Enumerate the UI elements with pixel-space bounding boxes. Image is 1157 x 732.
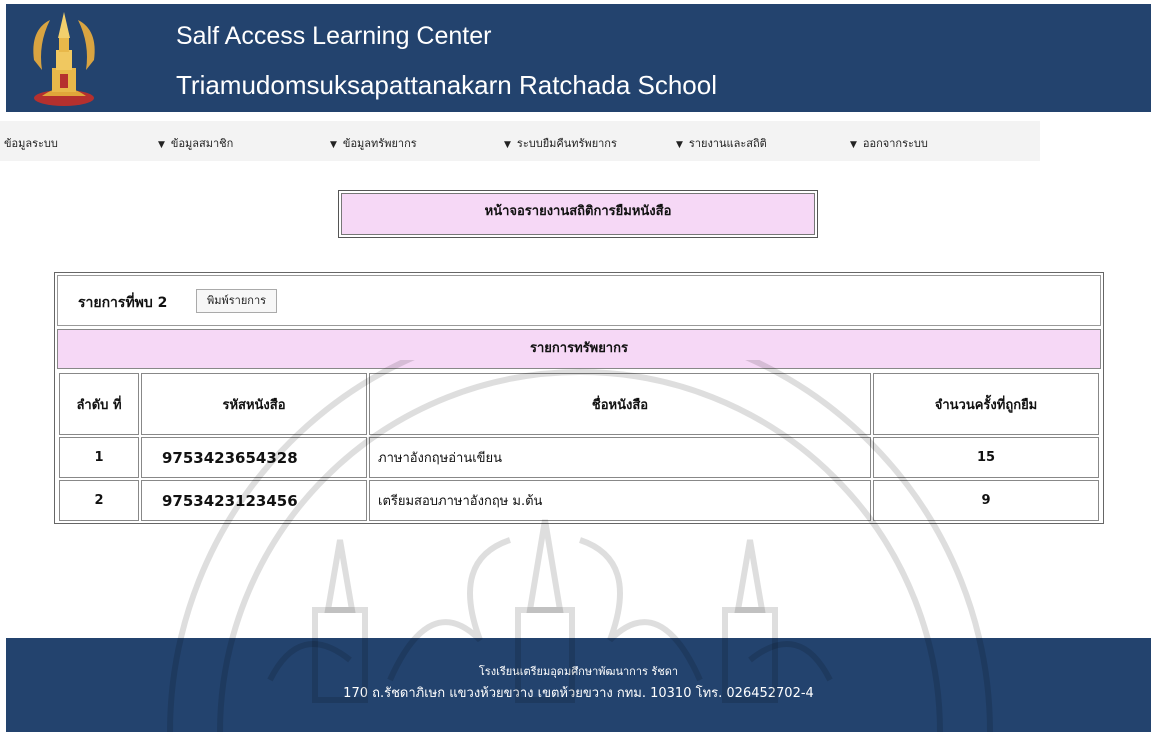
results-found-label: รายการที่พบ 2 — [78, 292, 167, 314]
site-header: Salf Access Learning Center Triamudomsuk… — [6, 4, 1151, 112]
cell-book-code: 9753423123456 — [141, 480, 367, 521]
main-nav: ข้อมูลระบบ ▼ ข้อมูลสมาชิก ▼ ข้อมูลทรัพยากร… — [0, 121, 1040, 161]
cell-borrow-count: 15 — [873, 437, 1099, 478]
col-header-book-code: รหัสหนังสือ — [141, 373, 367, 435]
page-title-box: หน้าจอรายงานสถิติการยืมหนังสือ — [338, 190, 818, 238]
report-panel: รายการที่พบ 2 พิมพ์รายการ รายการทรัพยากร… — [54, 272, 1104, 524]
found-text: รายการที่พบ — [78, 295, 153, 311]
cell-book-title: ภาษาอังกฤษอ่านเขียน — [369, 437, 871, 478]
nav-label: ข้อมูลระบบ — [4, 137, 58, 150]
cell-number: 1 — [59, 437, 139, 478]
table-row: 1 9753423654328 ภาษาอังกฤษอ่านเขียน 15 — [59, 437, 1099, 478]
table-header-row: ลำดับ ที่ รหัสหนังสือ ชื่อหนังสือ จำนวนค… — [59, 373, 1099, 435]
nav-system-data[interactable]: ข้อมูลระบบ — [4, 134, 58, 152]
print-list-button[interactable]: พิมพ์รายการ — [196, 289, 278, 313]
borrow-stats-table: ลำดับ ที่ รหัสหนังสือ ชื่อหนังสือ จำนวนค… — [57, 371, 1101, 523]
nav-reports-stats[interactable]: ▼ รายงานและสถิติ — [676, 134, 767, 152]
nav-label: ข้อมูลสมาชิก — [170, 137, 234, 150]
site-footer: โรงเรียนเตรียมอุดมศึกษาพัฒนาการ รัชดา 17… — [6, 638, 1151, 732]
col-header-borrow-count: จำนวนครั้งที่ถูกยืม — [873, 373, 1099, 435]
nav-borrow-return[interactable]: ▼ ระบบยืมคืนทรัพยากร — [504, 134, 617, 152]
results-summary: รายการที่พบ 2 พิมพ์รายการ — [57, 275, 1101, 326]
table-row: 2 9753423123456 เตรียมสอบภาษาอังกฤษ ม.ต้… — [59, 480, 1099, 521]
dropdown-arrow-icon: ▼ — [158, 140, 165, 150]
school-emblem-logo — [33, 12, 95, 106]
dropdown-arrow-icon: ▼ — [850, 140, 857, 150]
section-title: รายการทรัพยากร — [57, 329, 1101, 369]
nav-logout[interactable]: ▼ ออกจากระบบ — [850, 134, 928, 152]
footer-address: 170 ถ.รัชดาภิเษก แขวงห้วยขวาง เขตห้วยขวา… — [343, 686, 814, 701]
cell-borrow-count: 9 — [873, 480, 1099, 521]
col-header-number: ลำดับ ที่ — [59, 373, 139, 435]
nav-label: รายงานและสถิติ — [688, 137, 767, 150]
col-header-book-title: ชื่อหนังสือ — [369, 373, 871, 435]
nav-resource-data[interactable]: ▼ ข้อมูลทรัพยากร — [330, 134, 417, 152]
dropdown-arrow-icon: ▼ — [330, 140, 337, 150]
found-count: 2 — [157, 295, 168, 311]
cell-book-code: 9753423654328 — [141, 437, 367, 478]
school-name: Triamudomsuksapattanakarn Ratchada Schoo… — [176, 70, 717, 100]
nav-member-data[interactable]: ▼ ข้อมูลสมาชิก — [158, 134, 233, 152]
nav-label: ออกจากระบบ — [862, 137, 928, 150]
cell-book-title: เตรียมสอบภาษาอังกฤษ ม.ต้น — [369, 480, 871, 521]
dropdown-arrow-icon: ▼ — [676, 140, 683, 150]
footer-school-name: โรงเรียนเตรียมอุดมศึกษาพัฒนาการ รัชดา — [478, 665, 679, 678]
nav-label: ข้อมูลทรัพยากร — [342, 137, 417, 150]
nav-label: ระบบยืมคืนทรัพยากร — [516, 137, 617, 150]
cell-number: 2 — [59, 480, 139, 521]
site-title: Salf Access Learning Center — [176, 22, 492, 50]
page-title: หน้าจอรายงานสถิติการยืมหนังสือ — [341, 193, 815, 235]
dropdown-arrow-icon: ▼ — [504, 140, 511, 150]
